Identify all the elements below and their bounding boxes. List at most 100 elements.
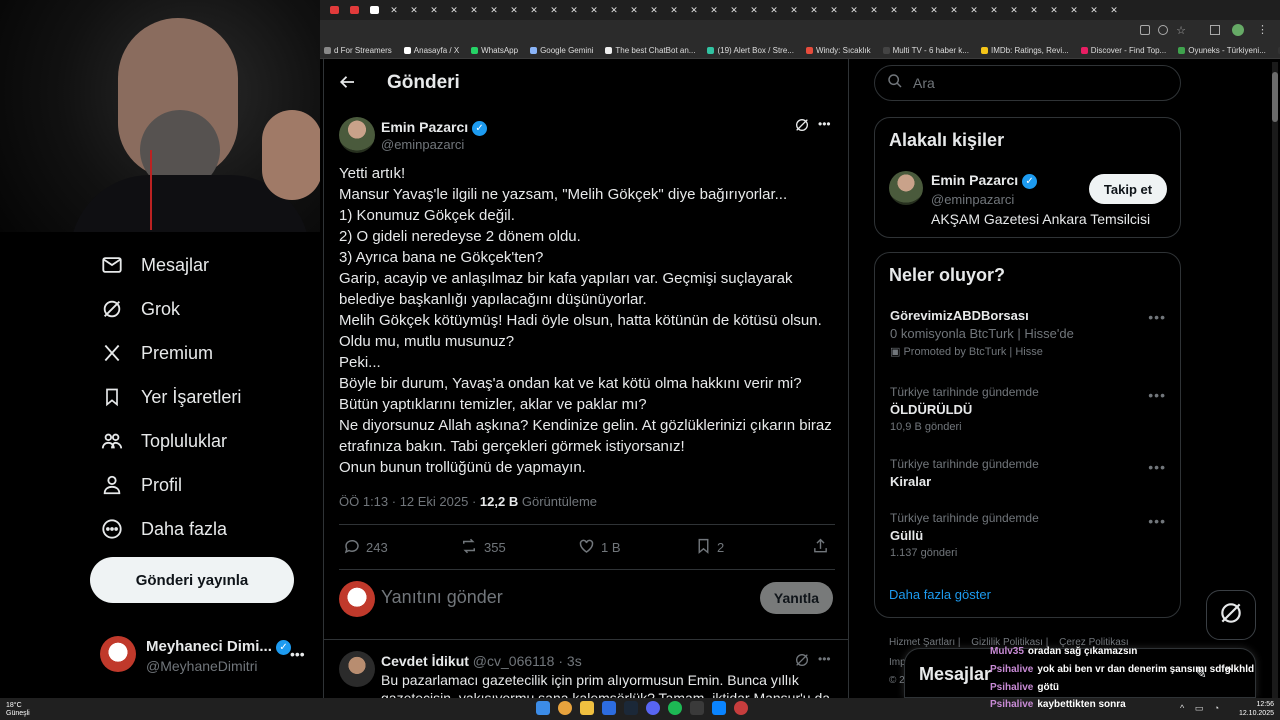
scrollbar-thumb[interactable] xyxy=(1272,72,1278,122)
bookmark-item[interactable]: Windy: Sıcaklık xyxy=(805,46,871,55)
browser-tab[interactable]: ✕ xyxy=(884,2,904,18)
trend-item[interactable]: Türkiye tarihinde gündemde Güllü 1.137 g… xyxy=(890,511,1170,559)
bookmark-item[interactable]: IMDb: Ratings, Revi... xyxy=(980,46,1069,55)
app-icon[interactable] xyxy=(734,701,748,715)
bookmark-item[interactable]: Discover - Find Top... xyxy=(1080,46,1166,55)
show-more-link[interactable]: Daha fazla göster xyxy=(889,587,991,602)
steam-icon[interactable] xyxy=(624,701,638,715)
trend-promo[interactable]: GörevimizABDBorsası 0 komisyonla BtcTurk… xyxy=(890,308,1170,358)
browser-tab[interactable]: ✕ xyxy=(584,2,604,18)
avatar[interactable] xyxy=(339,651,375,687)
browser-toolbar[interactable]: ☆ ⋮ xyxy=(320,20,1280,42)
browser-tab[interactable]: ✕ xyxy=(1024,2,1044,18)
trend-more-icon[interactable]: ••• xyxy=(1148,309,1166,325)
browser-tab[interactable]: ✕ xyxy=(984,2,1004,18)
start-icon[interactable] xyxy=(536,701,550,715)
browser-tab[interactable]: ✕ xyxy=(404,2,424,18)
browser-tab[interactable]: ✕ xyxy=(564,2,584,18)
bookmark-item[interactable]: Anasayfa / X xyxy=(403,46,459,55)
bookmark-item[interactable]: The best ChatBot an... xyxy=(605,46,695,55)
grok-explain-icon[interactable] xyxy=(794,652,810,673)
browser-tab[interactable]: ✕ xyxy=(784,2,804,18)
star-icon[interactable]: ☆ xyxy=(1176,24,1186,37)
browser-tab[interactable]: ✕ xyxy=(1084,2,1104,18)
sidepanel-icon[interactable] xyxy=(1210,25,1220,35)
browser-tab[interactable]: ✕ xyxy=(604,2,624,18)
obs-icon[interactable] xyxy=(690,701,704,715)
reply-action[interactable]: 243 xyxy=(343,537,388,558)
scrollbar[interactable] xyxy=(1272,62,1278,698)
browser-tab[interactable]: ✕ xyxy=(1064,2,1084,18)
nav-communities[interactable]: Topluluklar xyxy=(100,421,227,461)
browser-tab[interactable]: ✕ xyxy=(524,2,544,18)
chrome-icon[interactable] xyxy=(558,701,572,715)
browser-tab[interactable]: ✕ xyxy=(724,2,744,18)
tray-icons[interactable]: ^ ▭ ◔ xyxy=(1180,703,1223,714)
grok-explain-icon[interactable] xyxy=(794,117,810,138)
browser-tab[interactable]: ✕ xyxy=(844,2,864,18)
extension-icon[interactable] xyxy=(1140,25,1150,35)
profile-avatar-icon[interactable] xyxy=(1232,24,1244,36)
browser-tab[interactable]: ✕ xyxy=(864,2,884,18)
reply-more-icon[interactable]: ••• xyxy=(818,652,831,666)
trend-more-icon[interactable]: ••• xyxy=(1148,387,1166,403)
folder-icon[interactable] xyxy=(580,701,594,715)
browser-tab[interactable]: ✕ xyxy=(424,2,444,18)
reply-input[interactable]: Yanıtını gönder xyxy=(381,587,503,608)
nav-profile[interactable]: Profil xyxy=(100,465,182,505)
nav-messages[interactable]: Mesajlar xyxy=(100,245,209,285)
browser-tab[interactable]: ✕ xyxy=(504,2,524,18)
browser-tab[interactable]: ✕ xyxy=(924,2,944,18)
browser-tab[interactable]: ✕ xyxy=(744,2,764,18)
post-button[interactable]: Gönderi yayınla xyxy=(90,557,294,603)
browser-tab[interactable]: ✕ xyxy=(484,2,504,18)
bookmark-item[interactable]: (19) Alert Box / Stre... xyxy=(707,46,794,55)
bookmark-item[interactable]: d For Streamers xyxy=(324,46,392,55)
grok-float-button[interactable] xyxy=(1206,590,1256,640)
bookmark-item[interactable]: Oyuneks - Türkiyeni... xyxy=(1178,46,1266,55)
nav-premium[interactable]: Premium xyxy=(100,333,213,373)
tweet-author-name[interactable]: Emin Pazarcı ✓ xyxy=(381,119,488,136)
follow-button[interactable]: Takip et xyxy=(1089,174,1167,204)
trend-more-icon[interactable]: ••• xyxy=(1148,459,1166,475)
browser-tab[interactable]: ✕ xyxy=(464,2,484,18)
bookmark-action[interactable]: 2 xyxy=(695,537,724,558)
search-bar[interactable]: Ara xyxy=(874,65,1181,101)
search-input[interactable]: Ara xyxy=(913,75,935,91)
browser-tab[interactable]: ✕ xyxy=(644,2,664,18)
nav-more[interactable]: Daha fazla xyxy=(100,509,227,549)
related-name[interactable]: Emin Pazarcı ✓ xyxy=(931,172,1038,189)
back-arrow-icon[interactable] xyxy=(339,73,357,96)
like-action[interactable]: 1 B xyxy=(577,537,621,558)
bookmark-item[interactable]: Google Gemini xyxy=(530,46,593,55)
account-more-icon[interactable]: ••• xyxy=(290,646,305,662)
browser-tab[interactable]: ✕ xyxy=(904,2,924,18)
tweet-author-handle[interactable]: @eminpazarci xyxy=(381,137,464,152)
account-switcher[interactable] xyxy=(100,636,136,672)
browser-tab[interactable]: ✕ xyxy=(384,2,404,18)
browser-tab[interactable] xyxy=(344,2,364,18)
app-icon[interactable] xyxy=(712,701,726,715)
footer-link[interactable]: Hizmet Şartları xyxy=(889,637,955,648)
nav-grok[interactable]: Grok xyxy=(100,289,180,329)
avatar[interactable] xyxy=(889,171,923,205)
browser-tab[interactable]: ✕ xyxy=(944,2,964,18)
browser-tab[interactable]: ✕ xyxy=(764,2,784,18)
trend-item[interactable]: Türkiye tarihinde gündemde ÖLDÜRÜLDÜ 10,… xyxy=(890,385,1170,433)
browser-tab[interactable]: ✕ xyxy=(964,2,984,18)
browser-tab[interactable]: ✕ xyxy=(444,2,464,18)
browser-tab[interactable]: ✕ xyxy=(544,2,564,18)
browser-tab[interactable]: ✕ xyxy=(704,2,724,18)
nav-bookmarks[interactable]: Yer İşaretleri xyxy=(100,377,241,417)
clock[interactable]: 12:56 12.10.2025 xyxy=(1238,700,1274,718)
browser-tab[interactable]: ✕ xyxy=(1044,2,1064,18)
spotify-icon[interactable] xyxy=(668,701,682,715)
browser-tab[interactable]: ✕ xyxy=(824,2,844,18)
trend-more-icon[interactable]: ••• xyxy=(1148,513,1166,529)
weather-widget[interactable]: 18°C Güneşli xyxy=(6,702,30,718)
avatar[interactable] xyxy=(339,117,375,153)
browser-tab[interactable]: ✕ xyxy=(664,2,684,18)
menu-kebab-icon[interactable]: ⋮ xyxy=(1257,23,1268,36)
tweet-time[interactable]: ÖÖ 1:13 · 12 Eki 2025 · xyxy=(339,494,476,509)
repost-action[interactable]: 355 xyxy=(459,537,506,558)
